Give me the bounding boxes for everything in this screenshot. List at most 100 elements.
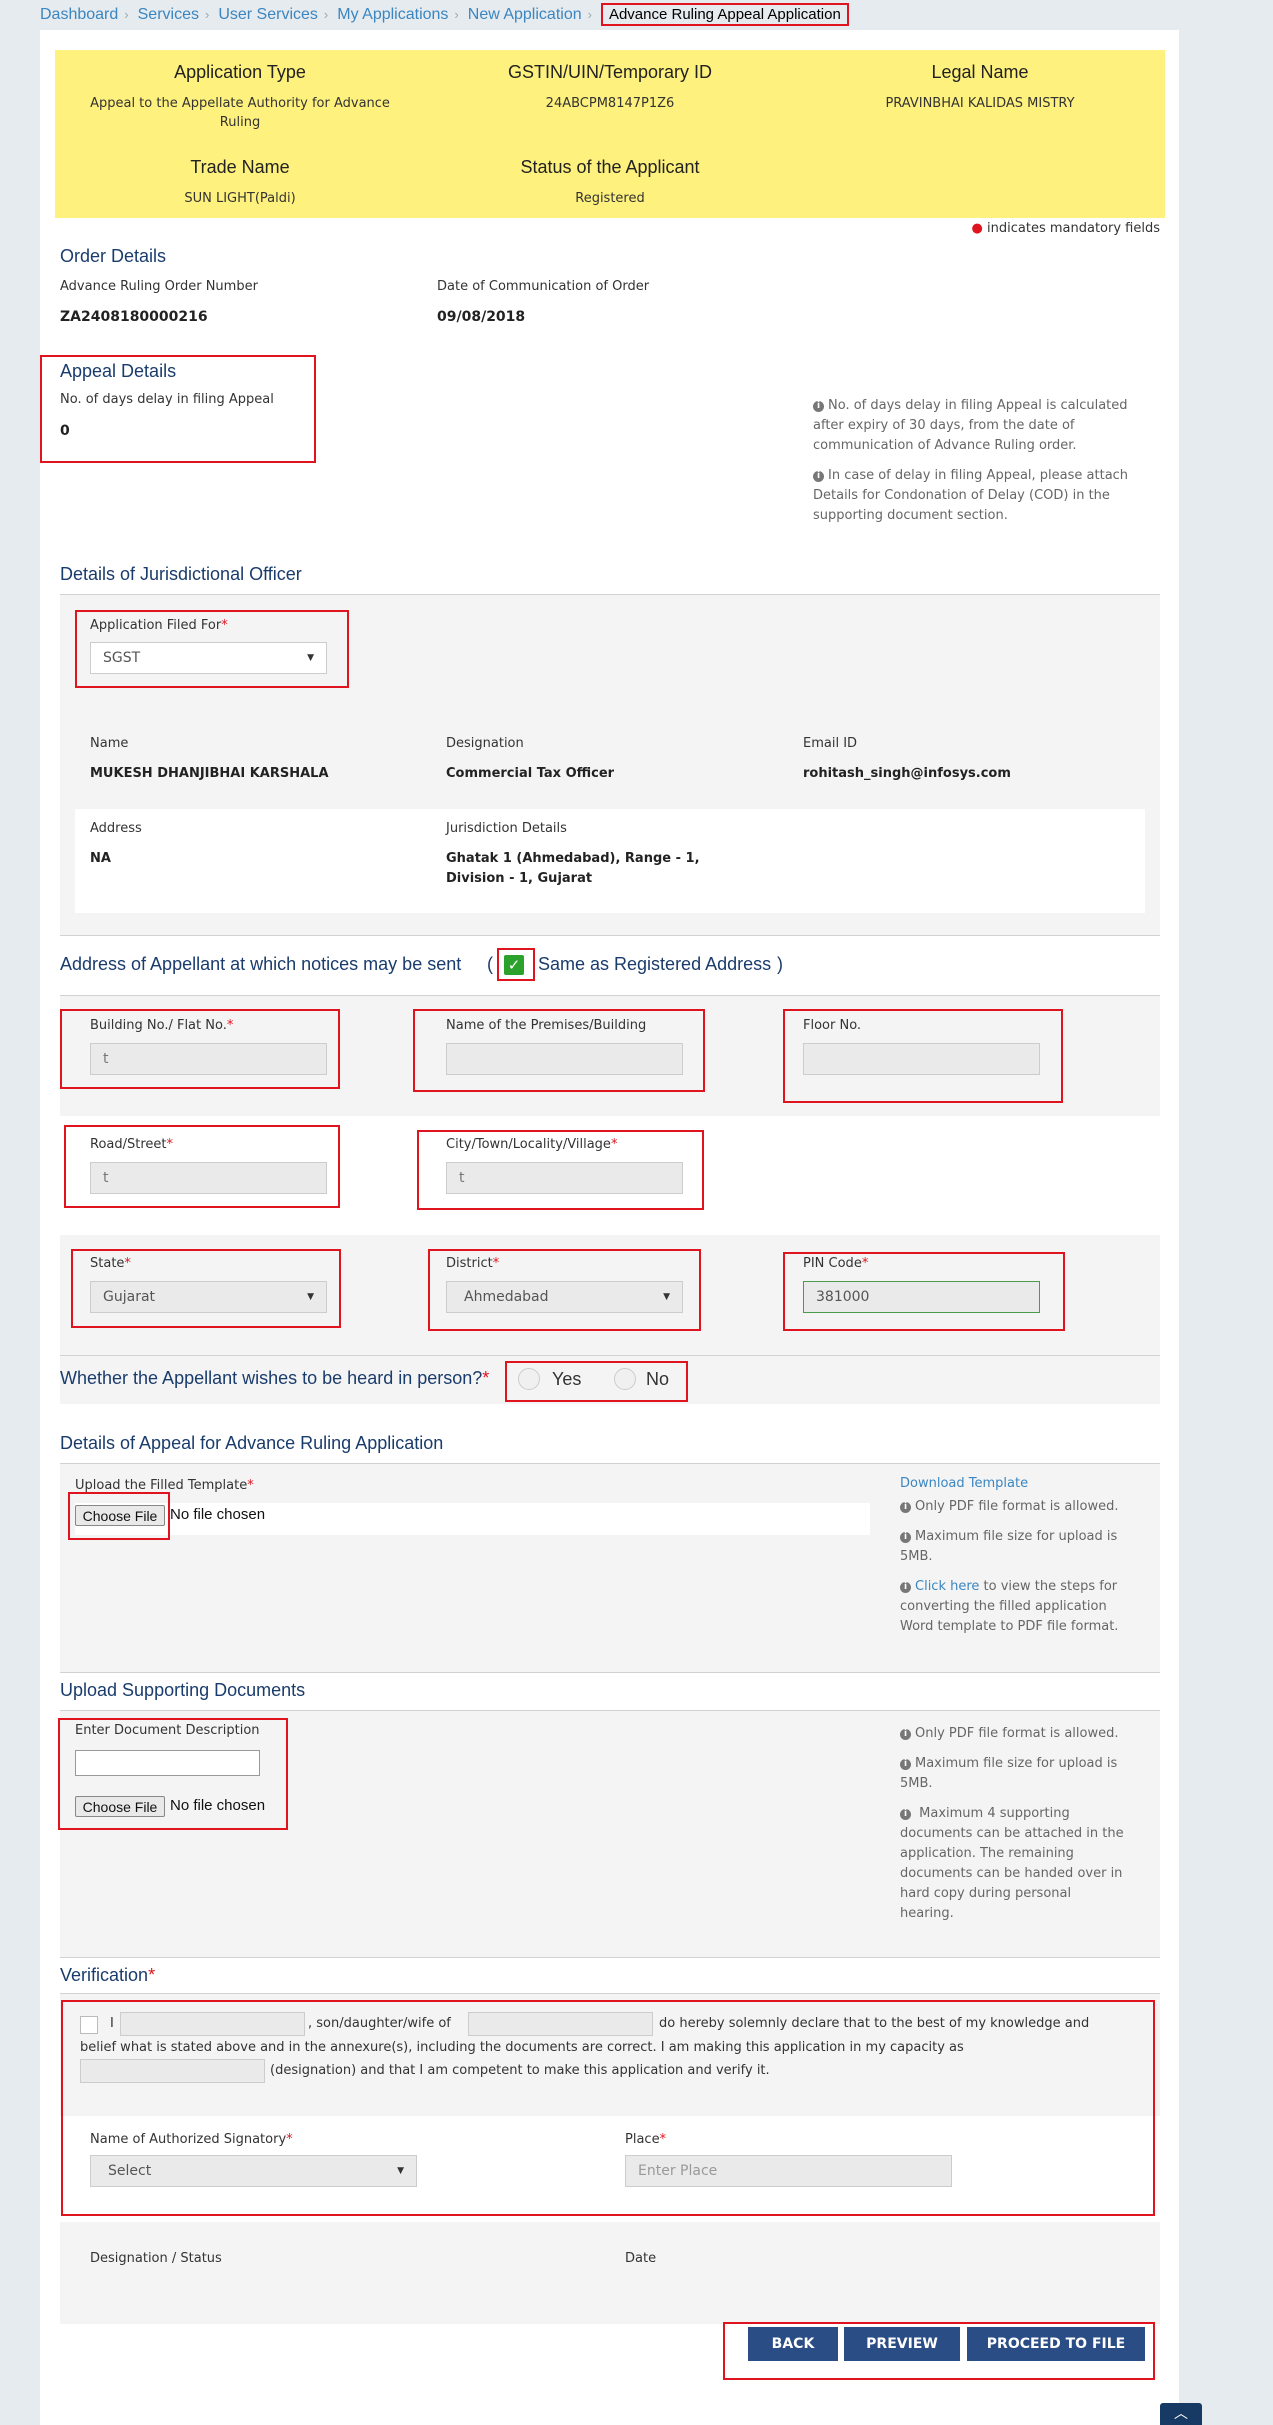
- city-label: City/Town/Locality/Village*: [446, 1137, 618, 1152]
- place-label-text: Place: [625, 2132, 660, 2147]
- choose-support-button[interactable]: Choose File: [75, 1796, 165, 1817]
- breadcrumb-current: Advance Ruling Appeal Application: [600, 3, 849, 26]
- same-address-label[interactable]: Same as Registered Address: [538, 954, 771, 975]
- status-value: Registered: [575, 191, 645, 206]
- breadcrumb-user-services[interactable]: User Services: [218, 6, 318, 24]
- district-label: District*: [446, 1256, 500, 1271]
- paren-open: (: [487, 954, 493, 974]
- chevron-right-icon: ›: [587, 7, 592, 22]
- officer-address-label: Address: [90, 821, 142, 836]
- place-input[interactable]: Enter Place: [625, 2155, 952, 2187]
- support-note-max-6: hearing.: [900, 1906, 954, 1921]
- dropdown-arrow-icon: ▼: [663, 1292, 670, 1302]
- signatory-select[interactable]: Select ▼: [90, 2155, 417, 2187]
- heard-yes-label[interactable]: Yes: [552, 1369, 581, 1390]
- support-note-size-cont: 5MB.: [900, 1776, 933, 1791]
- support-note-max-4: documents can be handed over in: [900, 1866, 1123, 1881]
- dropdown-arrow-icon: ▼: [307, 653, 314, 663]
- city-label-text: City/Town/Locality/Village: [446, 1137, 611, 1152]
- support-note-max: Maximum 4 supporting: [919, 1806, 1070, 1821]
- floor-label: Floor No.: [803, 1018, 862, 1033]
- application-type-value-cont: Ruling: [219, 115, 261, 130]
- asterisk-icon: ●: [971, 221, 983, 236]
- doc-description-label: Enter Document Description: [75, 1723, 260, 1738]
- support-doc-title: Upload Supporting Documents: [60, 1680, 306, 1700]
- declarant-name-input[interactable]: [120, 2012, 305, 2036]
- declaration-text-2: belief what is stated above and in the a…: [80, 2040, 964, 2055]
- breadcrumb-dashboard[interactable]: Dashboard: [40, 6, 118, 24]
- state-value: Gujarat: [103, 1289, 156, 1305]
- doc-description-input[interactable]: [75, 1750, 260, 1776]
- designation-status-label: Designation / Status: [90, 2251, 222, 2266]
- mandatory-note-text: indicates mandatory fields: [987, 221, 1160, 236]
- support-no-file: No file chosen: [170, 1797, 266, 1814]
- template-no-file: No file chosen: [170, 1506, 266, 1523]
- mandatory-note: ● indicates mandatory fields: [972, 221, 1160, 236]
- support-note-size: Maximum file size for upload is: [915, 1756, 1118, 1771]
- download-template-link[interactable]: Download Template: [900, 1474, 1145, 1494]
- address-title: Address of Appellant at which notices ma…: [60, 954, 462, 974]
- pin-input[interactable]: 381000: [803, 1281, 1040, 1313]
- upload-template-label: Upload the Filled Template*: [75, 1478, 254, 1493]
- support-notes: i Only PDF file format is allowed. i Maxim…: [900, 1724, 1145, 1924]
- heard-question: Whether the Appellant wishes to be heard…: [60, 1368, 490, 1388]
- filed-for-label: Application Filed For*: [90, 618, 228, 633]
- declaration-text-1: do hereby solemnly declare that to the b…: [659, 2016, 1090, 2031]
- dropdown-arrow-icon: ▼: [307, 1292, 314, 1302]
- info-icon: i: [900, 1582, 911, 1593]
- floor-input[interactable]: [803, 1043, 1040, 1075]
- preview-button[interactable]: PREVIEW: [844, 2327, 960, 2361]
- same-address-checkbox[interactable]: ✓: [504, 955, 524, 975]
- building-input[interactable]: t: [90, 1043, 327, 1075]
- order-details-title: Order Details: [60, 246, 167, 266]
- state-select[interactable]: Gujarat ▼: [90, 1281, 327, 1313]
- proceed-to-file-button[interactable]: PROCEED TO FILE: [967, 2327, 1145, 2361]
- template-note-steps-cont: converting the filled application: [900, 1599, 1107, 1614]
- breadcrumb-my-applications[interactable]: My Applications: [337, 6, 448, 24]
- heard-no-radio[interactable]: [614, 1368, 636, 1390]
- support-note-max-3: application. The remaining: [900, 1846, 1074, 1861]
- support-note-max-2: documents can be attached in the: [900, 1826, 1124, 1841]
- support-note-max-5: hard copy during personal: [900, 1886, 1072, 1901]
- state-label: State*: [90, 1256, 131, 1271]
- road-input[interactable]: t: [90, 1162, 327, 1194]
- order-date-value: 09/08/2018: [437, 309, 526, 325]
- parent-name-input[interactable]: [468, 2012, 653, 2036]
- back-button[interactable]: BACK: [748, 2327, 838, 2361]
- choose-template-button[interactable]: Choose File: [75, 1505, 165, 1526]
- premises-input[interactable]: [446, 1043, 683, 1075]
- gstin-value: 24ABCPM8147P1Z6: [545, 96, 675, 111]
- officer-email-value: rohitash_singh@infosys.com: [803, 766, 1011, 781]
- city-input[interactable]: t: [446, 1162, 683, 1194]
- officer-name-label: Name: [90, 736, 129, 751]
- capacity-designation-input[interactable]: [80, 2059, 265, 2083]
- verification-title-text: Verification: [60, 1965, 149, 1985]
- divider: [60, 935, 1160, 936]
- signatory-value: Select: [108, 2163, 152, 2179]
- jurisdiction-details-value: Ghatak 1 (Ahmedabad), Range - 1,: [446, 851, 700, 866]
- state-label-text: State: [90, 1256, 125, 1271]
- filed-for-select[interactable]: SGST ▼: [90, 642, 327, 674]
- template-note-size: Maximum file size for upload is: [915, 1529, 1118, 1544]
- info-icon: i: [900, 1532, 911, 1543]
- breadcrumb-new-application[interactable]: New Application: [468, 6, 582, 24]
- officer-designation-value: Commercial Tax Officer: [446, 766, 615, 781]
- application-type-value: Appeal to the Appellate Authority for Ad…: [90, 96, 390, 111]
- order-number-value: ZA2408180000216: [60, 309, 208, 325]
- declaration-checkbox[interactable]: [80, 2016, 98, 2034]
- dropdown-arrow-icon: ▼: [397, 2166, 404, 2176]
- breadcrumb: Dashboard › Services › User Services › My A…: [40, 3, 849, 26]
- click-here-link[interactable]: Click here: [915, 1579, 979, 1594]
- officer-address-value: NA: [90, 851, 111, 866]
- scroll-to-top-icon[interactable]: ︿: [1160, 2403, 1202, 2425]
- signatory-label-text: Name of Authorized Signatory: [90, 2132, 287, 2147]
- district-label-text: District: [446, 1256, 493, 1271]
- chevron-right-icon: ›: [124, 7, 129, 22]
- district-select[interactable]: Ahmedabad ▼: [446, 1281, 683, 1313]
- heard-yes-radio[interactable]: [518, 1368, 540, 1390]
- heard-no-label[interactable]: No: [646, 1369, 669, 1390]
- delay-info-line3: communication of Advance Ruling order.: [813, 438, 1077, 453]
- delay-days-label: No. of days delay in filing Appeal: [60, 392, 274, 407]
- officer-designation-label: Designation: [446, 736, 524, 751]
- breadcrumb-services[interactable]: Services: [138, 6, 199, 24]
